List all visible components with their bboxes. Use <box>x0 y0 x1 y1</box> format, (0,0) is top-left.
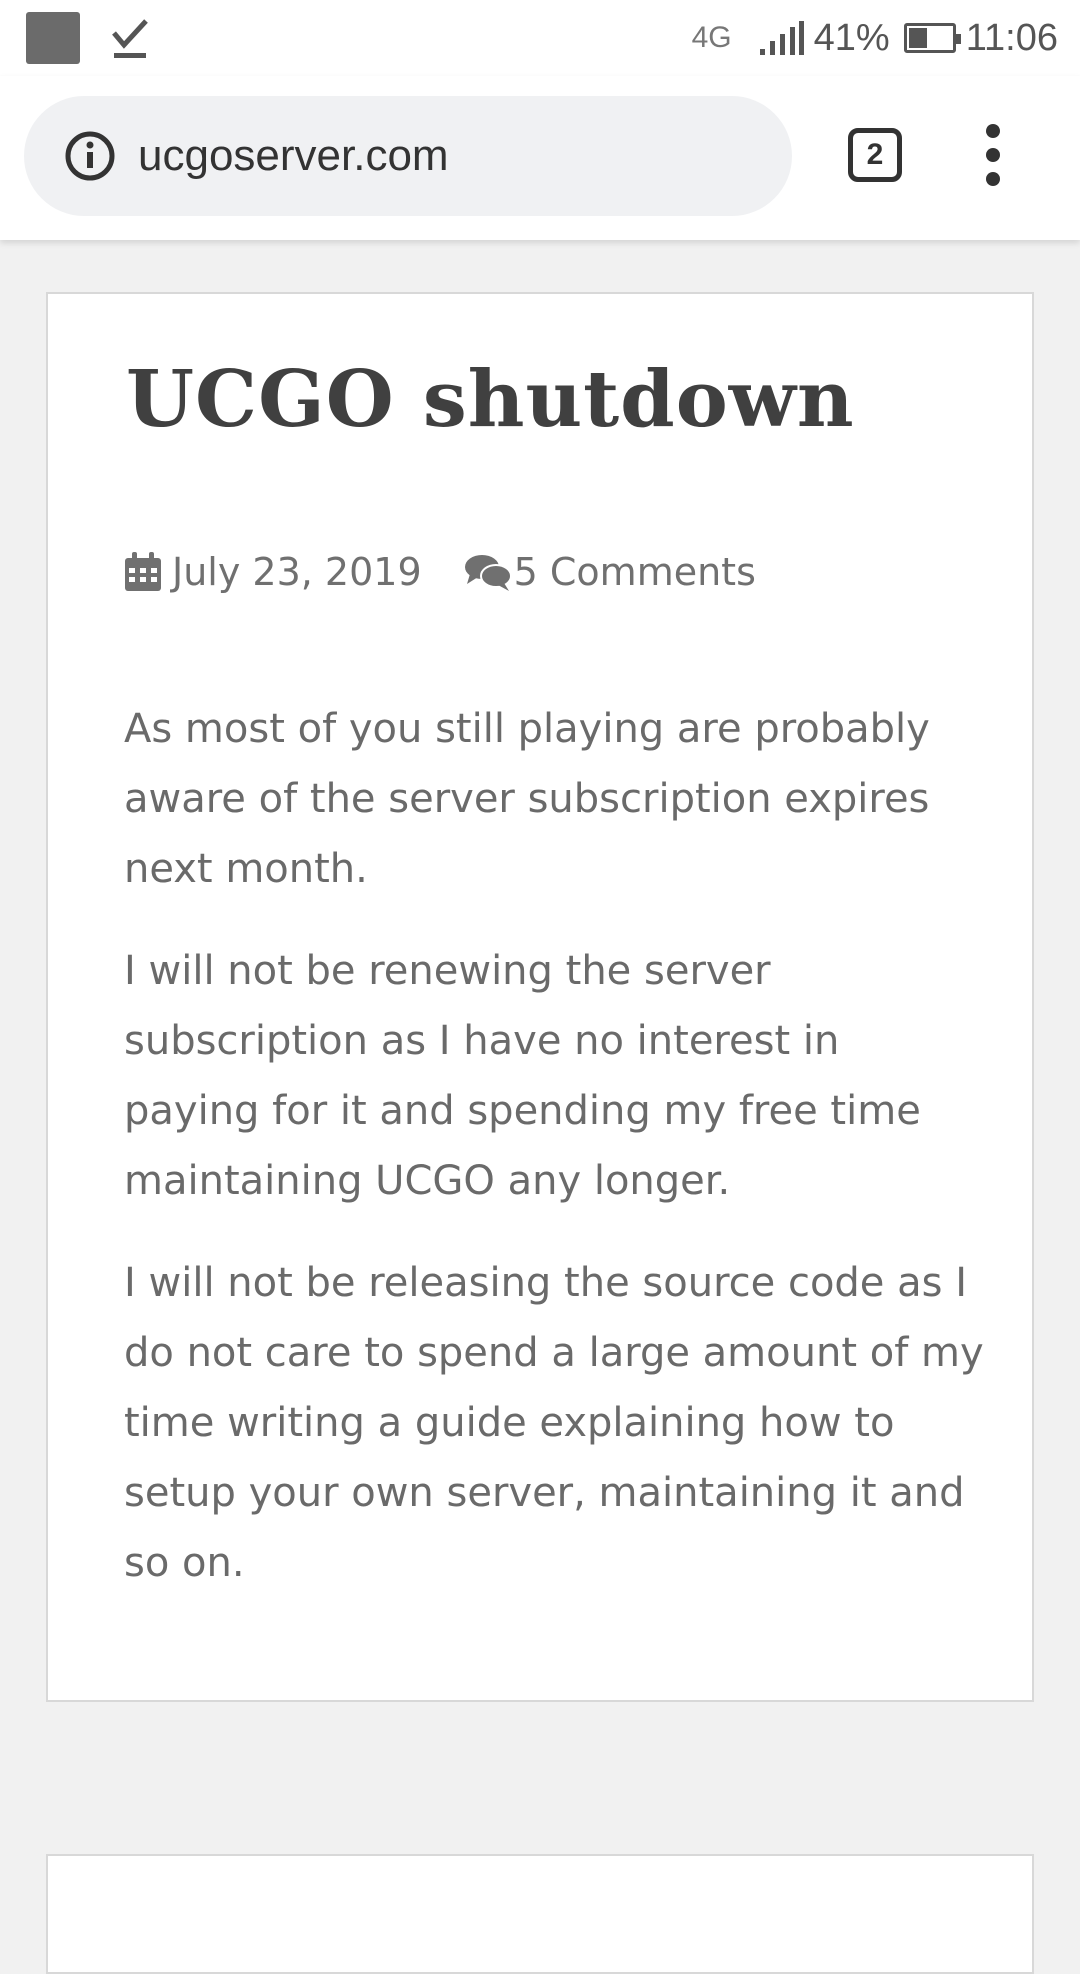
status-bar: 4G 41% 11:06 <box>0 0 1080 76</box>
tab-switcher-button[interactable]: 2 <box>848 128 902 182</box>
post-date[interactable]: July 23, 2019 <box>172 550 422 594</box>
overflow-menu-button[interactable] <box>978 124 1008 186</box>
menu-dot-icon <box>986 124 1000 138</box>
signal-icon <box>759 21 804 55</box>
comments-icon <box>464 555 512 591</box>
download-done-icon <box>112 19 148 58</box>
post-content: As most of you still playing are probabl… <box>124 694 984 1630</box>
info-icon[interactable] <box>64 130 116 182</box>
next-post-card <box>46 1854 1034 1974</box>
menu-dot-icon <box>986 172 1000 186</box>
browser-toolbar: ucgoserver.com 2 <box>0 76 1080 240</box>
url-text[interactable]: ucgoserver.com <box>138 131 449 181</box>
menu-dot-icon <box>986 148 1000 162</box>
battery-percent: 41% <box>813 16 890 59</box>
calendar-icon <box>125 552 161 591</box>
clock: 11:06 <box>965 16 1058 59</box>
paragraph: I will not be renewing the server subscr… <box>124 948 921 1204</box>
address-bar[interactable]: ucgoserver.com <box>24 96 792 216</box>
paragraph: As most of you still playing are probabl… <box>124 706 930 892</box>
network-indicator: 4G <box>691 21 732 54</box>
comments-link[interactable]: 5 Comments <box>514 550 756 594</box>
post-card: UCGO shutdown July 23, 2019 5 Comments A… <box>46 292 1034 1702</box>
battery-icon <box>903 23 961 53</box>
post-meta: July 23, 2019 5 Comments <box>124 550 756 594</box>
post-title: UCGO shutdown <box>126 354 855 445</box>
paragraph: I will not be releasing the source code … <box>124 1260 984 1586</box>
notification-square-icon <box>26 12 80 64</box>
